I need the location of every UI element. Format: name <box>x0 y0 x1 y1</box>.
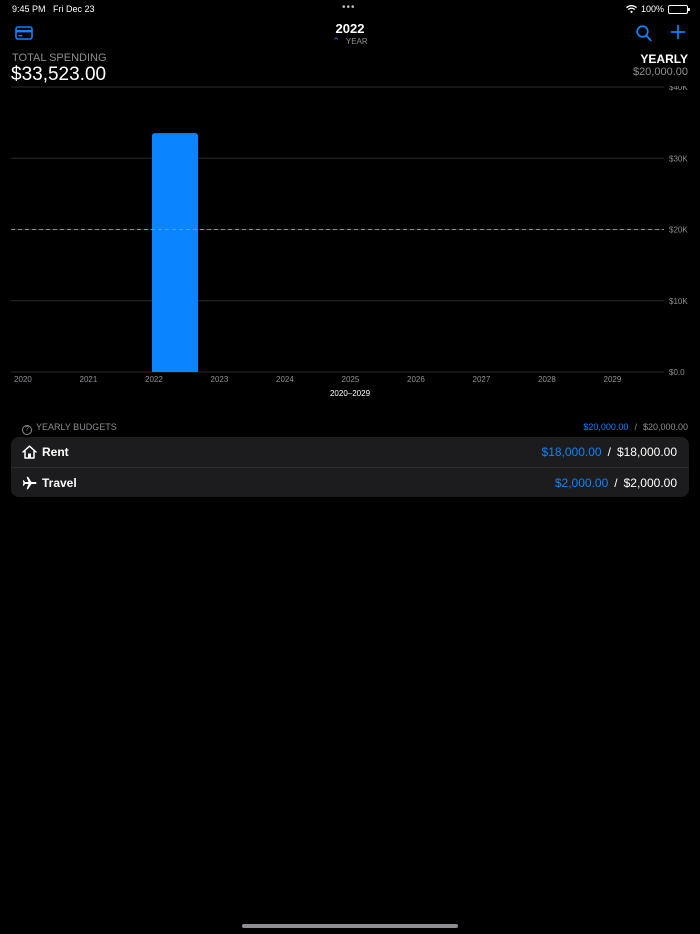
wifi-icon <box>626 5 637 13</box>
x-tick-label: 2026 <box>407 375 425 384</box>
y-tick-label: $10K <box>669 297 688 306</box>
budget-period-label: YEARLY <box>640 52 688 66</box>
y-tick-label: $0.0 <box>669 368 685 377</box>
status-bar: 9:45 PM Fri Dec 23 ••• 100% <box>0 0 700 18</box>
budget-name: Rent <box>42 445 69 459</box>
total-spending-label: TOTAL SPENDING <box>12 52 107 64</box>
budget-name: Travel <box>42 475 77 490</box>
total-spending-value: $33,523.00 <box>11 64 107 85</box>
budgets-spent-total: $20,000.00 <box>583 422 629 432</box>
budgets-budget-total: $20,000.00 <box>642 422 688 432</box>
budget-limit: $18,000.00 <box>616 445 677 459</box>
multitasking-dots[interactable]: ••• <box>342 2 356 13</box>
budget-list: Rent $18,000.00/$18,000.00 Travel $2,000… <box>11 437 689 497</box>
budget-row-travel[interactable]: Travel $2,000.00/$2,000.00 <box>11 467 689 497</box>
airplane-icon <box>21 475 37 491</box>
battery-percent: 100% <box>640 4 664 14</box>
y-tick-label: $30K <box>669 154 688 163</box>
bar-2022 <box>152 133 198 372</box>
spending-chart: $0.0 $10K $20K $30K $40K 2020 2021 2022 2023 2024… <box>11 86 688 384</box>
budget-amounts: $2,000.00/$2,000.00 <box>554 475 677 490</box>
budget-amounts: $18,000.00/$18,000.00 <box>541 445 677 459</box>
budget-spent: $18,000.00 <box>541 445 602 459</box>
home-indicator[interactable] <box>242 924 458 928</box>
budget-row-rent[interactable]: Rent $18,000.00/$18,000.00 <box>11 437 689 467</box>
chevron-up-down-icon: ⌃ <box>332 36 340 46</box>
x-tick-label: 2024 <box>276 375 294 384</box>
budgets-header-label: YEARLY BUDGETS <box>36 422 117 432</box>
x-tick-label: 2027 <box>473 375 491 384</box>
budget-period-value: $20,000.00 <box>632 66 688 78</box>
chart-range-label[interactable]: 2020–2029 <box>0 389 700 398</box>
budgets-totals: $20,000.00/$20,000.00 <box>583 422 688 432</box>
y-tick-label: $20K <box>669 226 688 235</box>
x-tick-label: 2028 <box>538 375 556 384</box>
x-tick-label: 2022 <box>145 375 163 384</box>
period-picker[interactable]: ⌃ YEAR <box>0 36 700 47</box>
x-tick-label: 2025 <box>342 375 360 384</box>
period-title: 2022 <box>335 21 365 36</box>
x-tick-label: 2020 <box>14 375 32 384</box>
x-tick-label: 2023 <box>211 375 229 384</box>
budget-limit: $2,000.00 <box>623 475 677 490</box>
info-icon[interactable]: ? <box>22 425 32 435</box>
budgets-header: ? YEARLY BUDGETS $20,000.00/$20,000.00 <box>22 422 688 435</box>
x-tick-label: 2029 <box>604 375 622 384</box>
house-icon <box>21 444 37 460</box>
x-tick-label: 2021 <box>80 375 98 384</box>
battery-icon <box>668 4 690 14</box>
status-indicators: 100% <box>626 4 690 14</box>
y-tick-label: $40K <box>669 86 688 92</box>
status-time: 9:45 PM Fri Dec 23 <box>12 4 95 14</box>
period-label: YEAR <box>345 37 368 46</box>
budget-spent: $2,000.00 <box>554 475 609 490</box>
